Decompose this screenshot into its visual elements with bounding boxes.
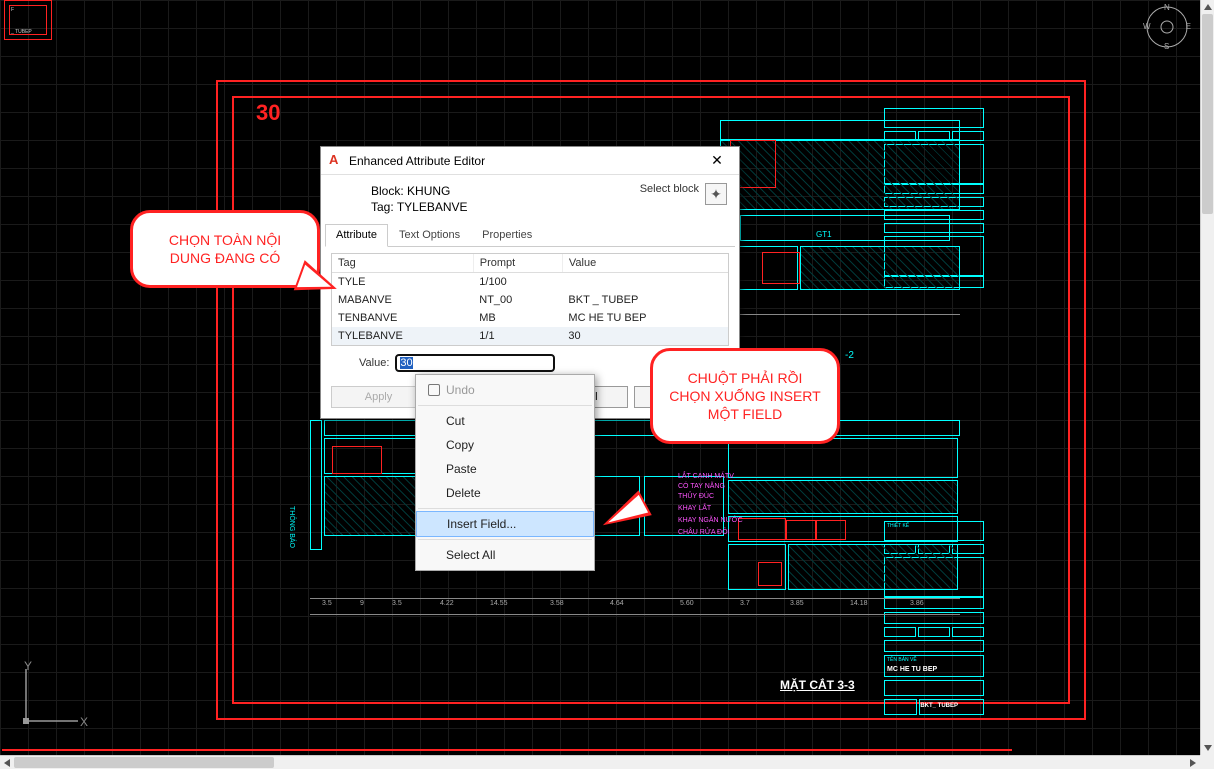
thumb-label-bottom: _ TUBEP	[11, 29, 32, 35]
table-row[interactable]: MABANVENT_00BKT _ TUBEP	[332, 291, 728, 309]
ucs-x: X	[80, 715, 88, 729]
tag-value: TYLEBANVE	[397, 200, 468, 214]
ctx-delete[interactable]: Delete	[416, 481, 594, 505]
section-title-33: MẶT CẮT 3-3	[780, 678, 855, 692]
col-tag[interactable]: Tag	[332, 254, 473, 273]
dialog-title: Enhanced Attribute Editor	[349, 154, 703, 168]
value-label: Value:	[359, 357, 389, 369]
callout-left-text: CHỌN TOÀN NỘI DUNG ĐANG CÓ	[169, 232, 281, 266]
tab-attribute[interactable]: Attribute	[325, 224, 388, 247]
dim-b2: 3.5	[392, 600, 402, 607]
note-1: CÓ TAY NĂNG	[678, 482, 725, 492]
vertical-scrollbar[interactable]	[1200, 0, 1214, 755]
dim-b5: 3.58	[550, 600, 564, 607]
col-prompt[interactable]: Prompt	[473, 254, 562, 273]
table-row[interactable]: TENBANVEMBMC HE TU BEP	[332, 309, 728, 327]
tab-text-options[interactable]: Text Options	[388, 224, 471, 247]
note-5: CHÂU RỬA ĐÔI	[678, 528, 730, 538]
ctx-copy[interactable]: Copy	[416, 433, 594, 457]
value-input[interactable]	[395, 354, 555, 372]
autocad-icon	[329, 154, 343, 168]
close-icon[interactable]: ✕	[703, 152, 731, 169]
ctx-separator	[418, 539, 592, 540]
compass-s: S	[1164, 42, 1169, 51]
label-thong-bao: THÔNG BÁO	[288, 506, 295, 548]
dim-b4: 14.55	[490, 600, 508, 607]
apply-button[interactable]: Apply	[331, 386, 426, 408]
note-3: KHAY LẮT	[678, 504, 711, 514]
thumbnail-frame: F _ TUBEP	[4, 0, 52, 40]
ctx-cut[interactable]: Cut	[416, 409, 594, 433]
bottom-red-line	[2, 749, 1012, 751]
dim-b3: 4.22	[440, 600, 454, 607]
scroll-corner	[1200, 755, 1214, 769]
attribute-table[interactable]: Tag Prompt Value TYLE1/100 MABANVENT_00B…	[331, 253, 729, 346]
dim-b11: 3.86	[910, 600, 924, 607]
ctx-separator	[418, 405, 592, 406]
ctx-paste[interactable]: Paste	[416, 457, 594, 481]
dim-b10: 14.18	[850, 600, 868, 607]
ctx-undo[interactable]: Undo	[416, 378, 594, 402]
table-row[interactable]: TYLE1/100	[332, 273, 728, 292]
dim-b8: 3.7	[740, 600, 750, 607]
section-22-suffix: -2	[845, 350, 854, 361]
ctx-separator	[418, 508, 592, 509]
dialog-titlebar[interactable]: Enhanced Attribute Editor ✕	[321, 147, 739, 175]
horizontal-scrollbar[interactable]	[0, 755, 1200, 769]
tp-sheet-code: BKT_ TUBEP	[920, 700, 983, 709]
select-block-button[interactable]: ✦	[705, 183, 727, 205]
note-4: KHAY NGĂN NƯỚC	[678, 516, 743, 526]
thumb-label-top: F	[11, 7, 14, 13]
view-cube-compass[interactable]: N E S W	[1144, 4, 1190, 50]
dim-b1: 9	[360, 600, 364, 607]
block-value: KHUNG	[407, 184, 450, 198]
dim-b7: 5.60	[680, 600, 694, 607]
ctx-select-all[interactable]: Select All	[416, 543, 594, 567]
dim-b9: 3.85	[790, 600, 804, 607]
col-value[interactable]: Value	[562, 254, 728, 273]
label-gt1: GT1	[816, 230, 832, 239]
dim-b6: 4.64	[610, 600, 624, 607]
note-2: THỦY ĐÚC	[678, 492, 714, 502]
select-block-label: Select block	[640, 183, 699, 195]
callout-right-text: CHUỘT PHẢI RỒI CHỌN XUỐNG INSERT MỘT FIE…	[669, 370, 820, 422]
note-0: LẮT CANH MÁTV	[678, 472, 734, 482]
table-row[interactable]: TYLEBANVE1/130	[332, 327, 728, 345]
tab-properties[interactable]: Properties	[471, 224, 543, 247]
dim-b0: 3.5	[322, 600, 332, 607]
context-menu: Undo Cut Copy Paste Delete Insert Field.…	[415, 374, 595, 571]
compass-e: E	[1186, 22, 1191, 31]
ucs-icon[interactable]: Y X	[10, 659, 90, 739]
tag-label: Tag:	[371, 200, 394, 214]
compass-n: N	[1164, 3, 1170, 12]
dialog-tabs: Attribute Text Options Properties	[325, 223, 735, 247]
callout-right: CHUỘT PHẢI RỒI CHỌN XUỐNG INSERT MỘT FIE…	[650, 348, 840, 444]
ctx-insert-field[interactable]: Insert Field...	[416, 511, 594, 537]
ucs-y: Y	[24, 659, 32, 673]
block-label: Block:	[371, 184, 404, 198]
callout-left: CHỌN TOÀN NỘI DUNG ĐANG CÓ	[130, 210, 320, 288]
compass-w: W	[1143, 22, 1151, 31]
